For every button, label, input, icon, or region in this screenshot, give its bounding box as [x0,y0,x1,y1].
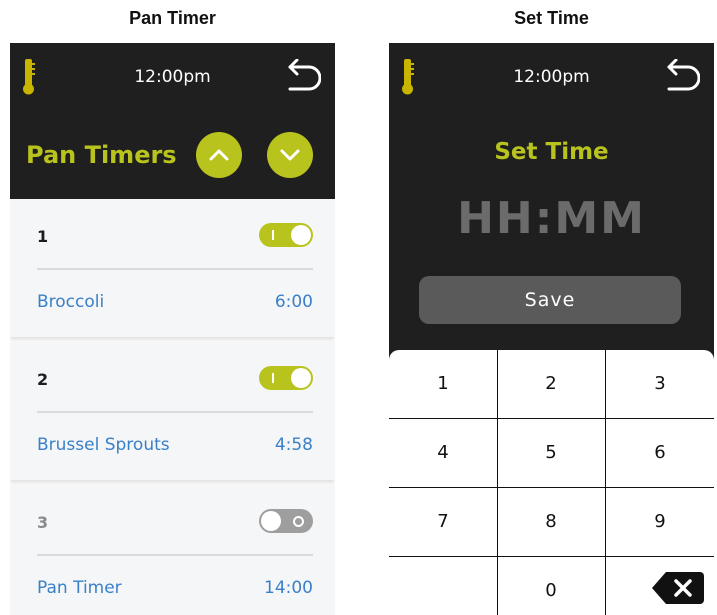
back-arrow-icon[interactable] [287,58,322,99]
key-4[interactable]: 4 [389,419,498,488]
key-empty [389,557,498,615]
divider [37,268,313,270]
timer-name[interactable]: Broccoli [37,292,104,312]
key-1[interactable]: 1 [389,350,498,419]
back-arrow-icon[interactable] [666,58,701,99]
timer-toggle[interactable] [259,366,313,390]
key-6[interactable]: 6 [606,419,714,488]
timer-name[interactable]: Pan Timer [37,578,122,598]
timer-number: 2 [37,370,49,389]
timer-toggle[interactable] [259,509,313,533]
key-2[interactable]: 2 [497,350,606,419]
page-title: Set Time [494,139,609,165]
chevron-down-icon [280,149,300,161]
timer-number: 1 [37,227,49,246]
set-time-caption: Set Time [514,8,589,28]
timer-name[interactable]: Brussel Sprouts [37,435,170,455]
key-8[interactable]: 8 [497,488,606,557]
key-0[interactable]: 0 [497,557,606,615]
backspace-button[interactable] [652,572,704,604]
key-3[interactable]: 3 [606,350,714,419]
pan-timer-screen: 12:00pm Pan Timers 1 Broccoli 6:00 2 Bru… [10,43,335,615]
status-bar: 12:00pm [389,43,714,111]
chevron-up-icon [209,149,229,161]
backspace-icon [652,572,704,604]
time-display: HH:MM [457,193,646,244]
pan-timers-header: Pan Timers [10,111,335,199]
timer-card-1[interactable]: 1 Broccoli 6:00 [10,199,335,337]
timer-list: 1 Broccoli 6:00 2 Brussel Sprouts 4:58 3… [10,199,335,615]
numeric-keypad: 1 2 3 4 5 6 7 8 9 0 [389,350,714,615]
timer-time[interactable]: 14:00 [264,578,313,598]
save-button[interactable]: Save [419,276,681,324]
timer-card-3[interactable]: 3 Pan Timer 14:00 [10,485,335,615]
scroll-up-button[interactable] [196,132,242,178]
divider [37,411,313,413]
timer-toggle[interactable] [259,223,313,247]
page-title: Pan Timers [26,141,177,169]
key-9[interactable]: 9 [606,488,714,557]
key-5[interactable]: 5 [497,419,606,488]
timer-time[interactable]: 4:58 [275,435,313,455]
pan-timer-caption: Pan Timer [129,8,216,28]
timer-card-2[interactable]: 2 Brussel Sprouts 4:58 [10,342,335,480]
key-7[interactable]: 7 [389,488,498,557]
timer-time[interactable]: 6:00 [275,292,313,312]
status-bar: 12:00pm [10,43,335,111]
set-time-screen: 12:00pm Set Time HH:MM Save 1 2 3 4 5 6 … [389,43,714,615]
divider [37,554,313,556]
scroll-down-button[interactable] [267,132,313,178]
timer-number: 3 [37,513,49,532]
